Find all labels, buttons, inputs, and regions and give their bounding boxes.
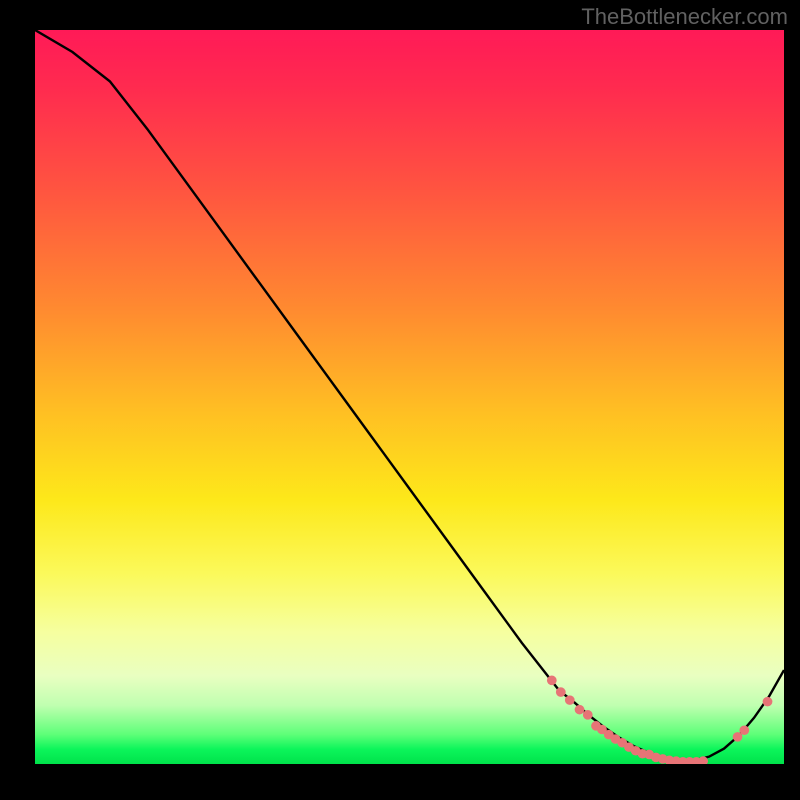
data-point — [565, 695, 575, 705]
data-point — [583, 710, 593, 720]
chart-overlay — [35, 30, 784, 764]
points-layer — [547, 676, 772, 764]
data-point — [739, 725, 749, 735]
bottleneck-curve — [35, 30, 784, 760]
chart-frame: TheBottlenecker.com — [0, 0, 800, 800]
watermark-text: TheBottlenecker.com — [581, 4, 788, 30]
data-point — [556, 687, 566, 697]
data-point — [763, 697, 773, 707]
curve-layer — [35, 30, 784, 760]
plot-area — [35, 30, 784, 764]
data-point — [575, 705, 585, 715]
data-point — [547, 676, 557, 686]
plot-inner — [35, 30, 784, 764]
